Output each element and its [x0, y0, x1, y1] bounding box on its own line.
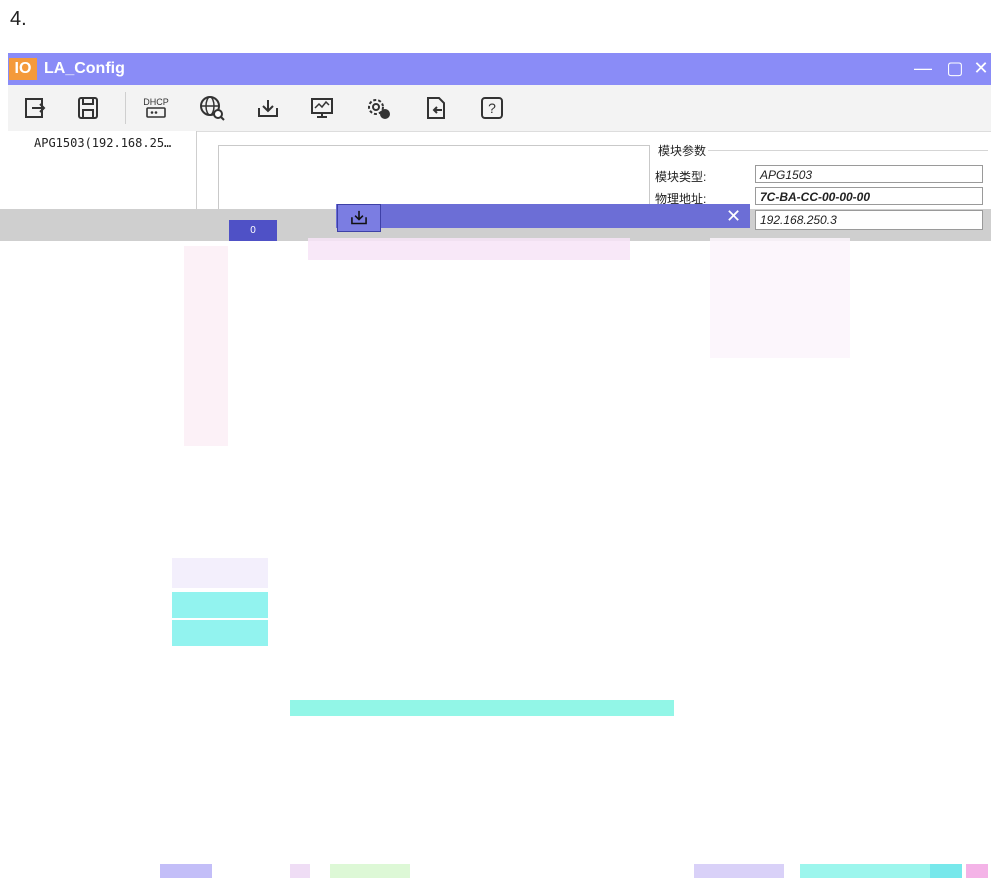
monitor-icon[interactable]	[306, 92, 338, 124]
download-dialog-titlebar	[336, 204, 750, 228]
settings-icon[interactable]	[362, 92, 394, 124]
device-tree-item[interactable]: APG1503(192.168.25…	[34, 136, 171, 150]
artifact-text-ghost	[710, 238, 850, 358]
module-type-label: 模块类型:	[655, 170, 707, 184]
svg-text:DHCP: DHCP	[143, 97, 169, 107]
module-type-field[interactable]: APG1503	[755, 165, 983, 183]
artifact-bottom	[930, 864, 962, 878]
title-bar	[8, 53, 991, 85]
save-icon[interactable]	[72, 92, 104, 124]
dialog-close-button[interactable]: ✕	[726, 206, 741, 226]
download-icon	[337, 204, 381, 232]
module-params-title: 模块参数	[658, 144, 707, 158]
artifact-progress-bar	[290, 700, 674, 716]
artifact-block	[172, 558, 268, 588]
step-label: 4.	[10, 8, 27, 30]
minimize-button[interactable]: —	[910, 56, 936, 80]
toolbar-separator	[125, 92, 126, 124]
artifact-bottom	[966, 864, 988, 878]
download-icon[interactable]	[252, 92, 284, 124]
artifact-row	[172, 620, 268, 646]
artifact-bottom	[290, 864, 310, 878]
artifact-band	[308, 238, 630, 260]
open-icon[interactable]	[20, 92, 52, 124]
module-view-frame	[218, 145, 650, 213]
dhcp-icon[interactable]: DHCP	[140, 92, 172, 124]
network-search-icon[interactable]	[196, 92, 228, 124]
artifact-bottom	[160, 864, 212, 878]
export-icon[interactable]	[420, 92, 452, 124]
dialog-action-button[interactable]: 0	[229, 220, 277, 242]
artifact-bottom	[330, 864, 410, 878]
artifact-row	[172, 592, 268, 618]
ip-address-field[interactable]: 192.168.250.3	[755, 210, 983, 230]
close-button[interactable]: ✕	[968, 56, 991, 80]
mac-address-field[interactable]: 7C-BA-CC-00-00-00	[755, 187, 983, 205]
group-divider	[708, 150, 988, 151]
help-icon[interactable]: ?	[476, 92, 508, 124]
artifact-strip	[184, 246, 228, 446]
artifact-bottom	[800, 864, 930, 878]
artifact-bottom	[694, 864, 784, 878]
app-title: LA_Config	[44, 60, 125, 77]
maximize-button[interactable]: ▢	[942, 56, 968, 80]
app-logo: IO	[9, 58, 37, 80]
svg-text:?: ?	[488, 100, 496, 116]
